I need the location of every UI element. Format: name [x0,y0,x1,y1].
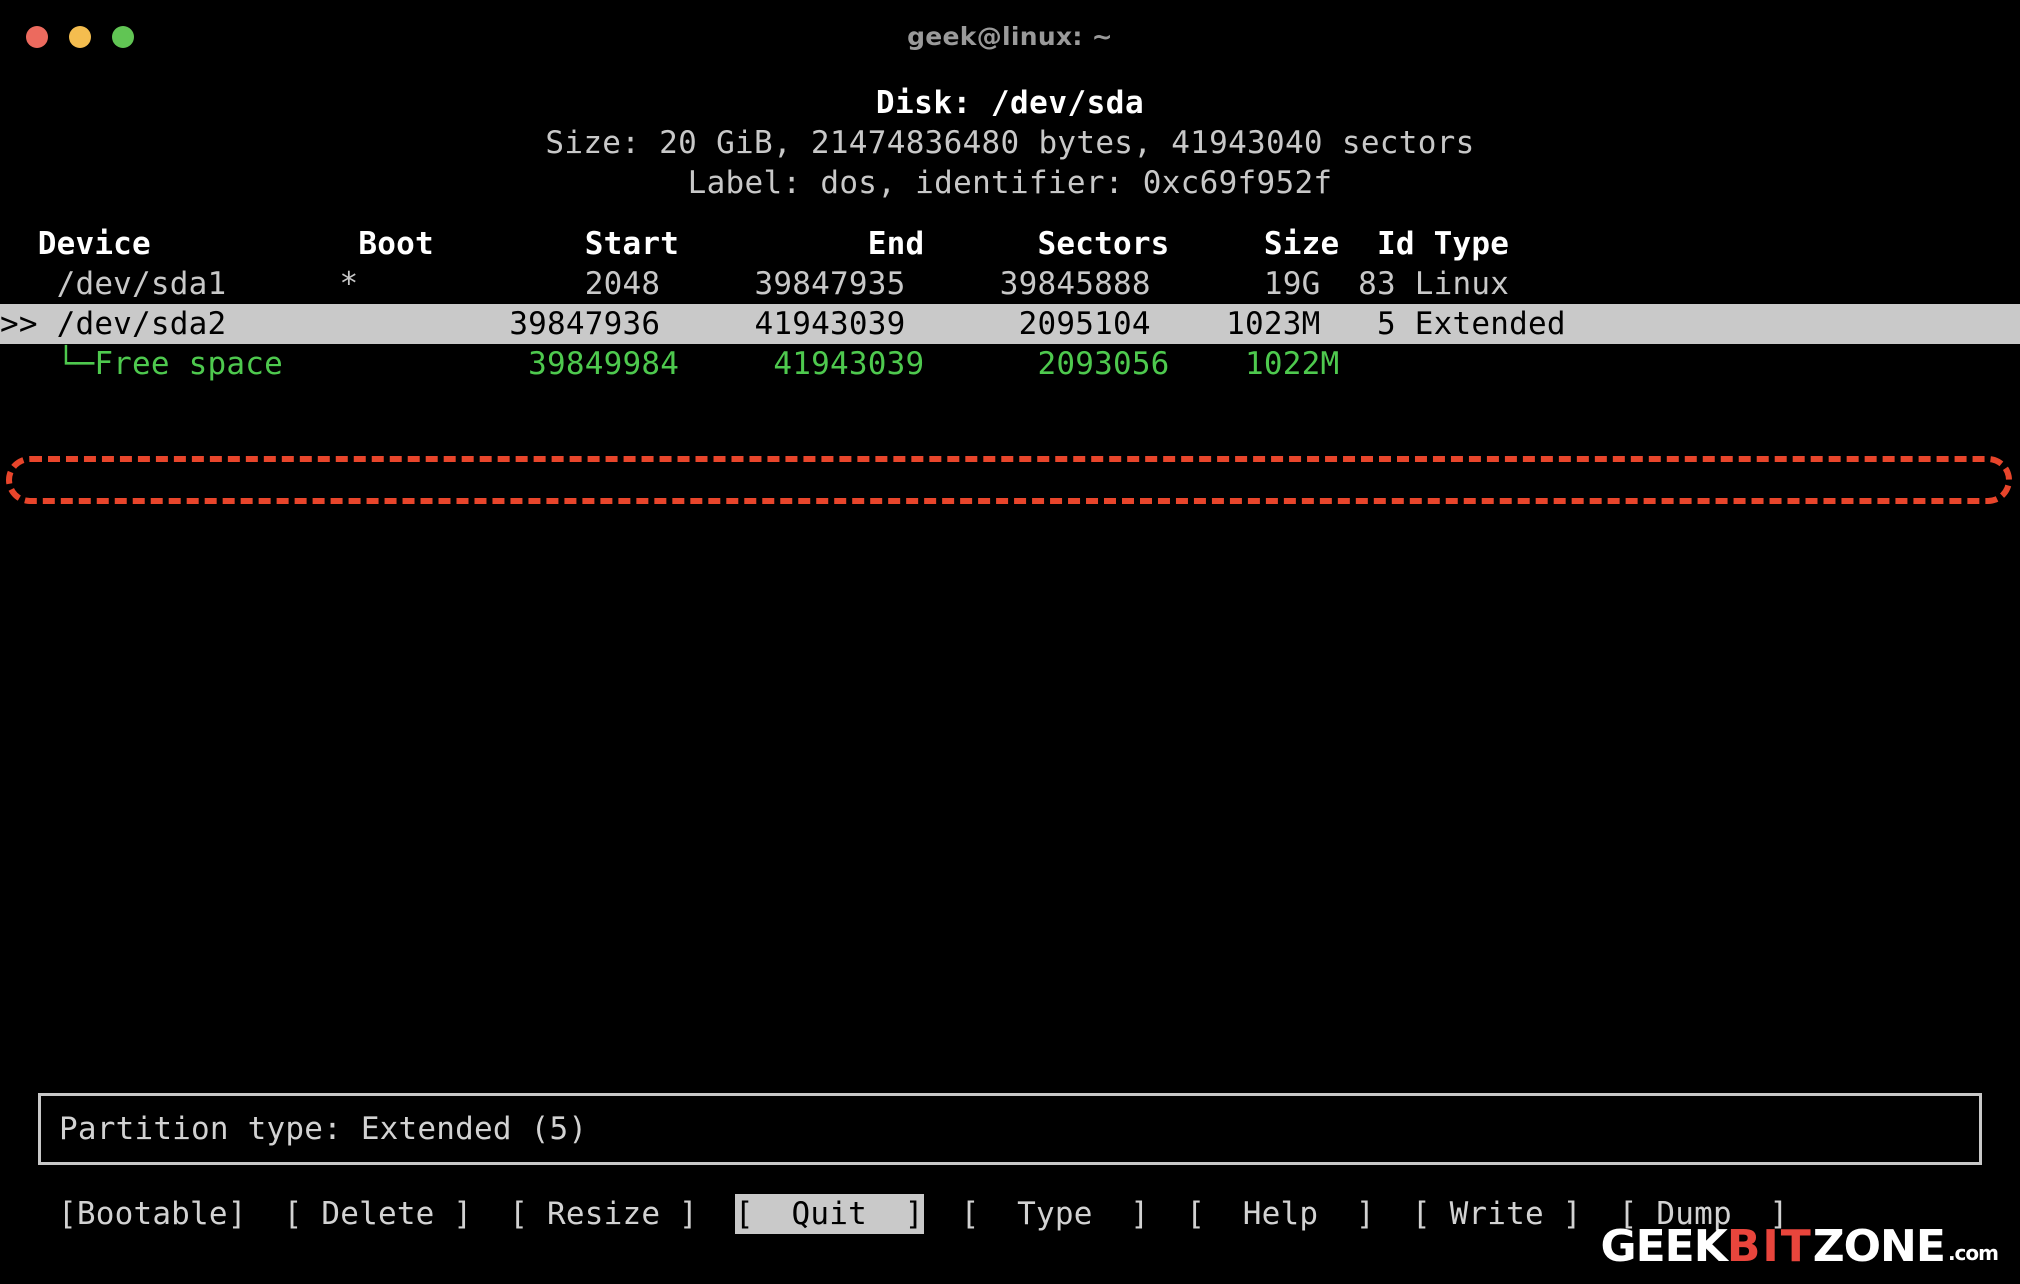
partition-table: Device Boot Start End Sectors Size Id Ty… [0,224,2020,504]
table-row[interactable]: /dev/sda1 * 2048 39847935 39845888 19G 8… [0,264,2020,304]
menu-item-write[interactable]: [ Write ] [1412,1194,1582,1234]
annotation-highlight-rectangle [6,456,2012,504]
menu-item-delete[interactable]: [ Delete ] [284,1194,473,1234]
watermark-zone: ZONE [1812,1221,1946,1272]
status-panel: Partition type: Extended (5) [38,1093,1982,1165]
partition-type-status-text: Partition type: Extended (5) [59,1111,588,1147]
window-title: geek@linux: ~ [907,22,1113,51]
watermark-dotcom: .com [1947,1241,1999,1265]
geekbitzone-watermark: GEEK BIT ZONE .com [1600,1221,2000,1272]
menu-bar: [Bootable] [ Delete ] [ Resize ] [ Quit … [58,1194,1788,1234]
menu-item-bootable[interactable]: [Bootable] [58,1194,247,1234]
disk-label-line: Label: dos, identifier: 0xc69f952f [687,165,1333,201]
watermark-bit: BIT [1726,1221,1813,1272]
menu-item-quit[interactable]: [ Quit ] [734,1194,924,1234]
window-titlebar: geek@linux: ~ [0,0,2020,72]
table-row-free-space[interactable]: └─Free space 39849984 41943039 2093056 1… [0,344,2020,384]
table-header-row: Device Boot Start End Sectors Size Id Ty… [0,226,1510,262]
menu-item-help[interactable]: [ Help ] [1186,1194,1375,1234]
terminal-screen[interactable]: Disk: /dev/sda Size: 20 GiB, 21474836480… [0,72,2020,1284]
menu-item-type[interactable]: [ Type ] [961,1194,1150,1234]
disk-title: Disk: /dev/sda [875,85,1145,121]
watermark-geek: GEEK [1600,1221,1728,1272]
disk-size-line: Size: 20 GiB, 21474836480 bytes, 4194304… [545,125,1475,161]
table-row-selected[interactable]: >> /dev/sda2 39847936 41943039 2095104 1… [0,304,2020,344]
menu-item-resize[interactable]: [ Resize ] [509,1194,698,1234]
